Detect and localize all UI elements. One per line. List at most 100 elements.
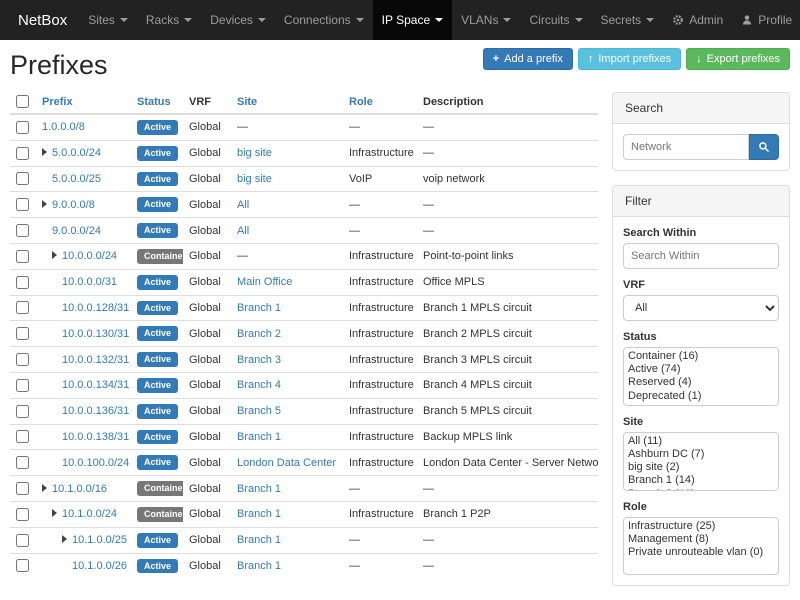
vrf-select[interactable]: All xyxy=(623,295,779,321)
prefix-link[interactable]: 10.0.0.136/31 xyxy=(62,405,129,417)
prefix-link[interactable]: 10.0.0.138/31 xyxy=(62,431,129,443)
site-link[interactable]: Branch 3 xyxy=(237,354,281,366)
add-a-prefix-button[interactable]: +Add a prefix xyxy=(483,48,573,70)
row-checkbox[interactable] xyxy=(16,508,29,521)
import-prefixes-button[interactable]: ↑Import prefixes xyxy=(578,48,681,70)
row-checkbox[interactable] xyxy=(16,147,29,160)
site-link[interactable]: Branch 1 xyxy=(237,302,281,314)
filter-option[interactable]: Active (74) xyxy=(626,363,776,376)
nav-item-profile[interactable]: Profile xyxy=(732,0,800,40)
nav-item-connections[interactable]: Connections xyxy=(275,0,373,40)
role-cell: — xyxy=(343,527,417,553)
nav-item-admin[interactable]: Admin xyxy=(663,0,732,40)
prefix-link[interactable]: 5.0.0.0/24 xyxy=(52,147,101,159)
status-cell: Active xyxy=(131,553,183,578)
search-button[interactable] xyxy=(749,134,779,160)
site-link[interactable]: Branch 1 xyxy=(237,560,281,572)
row-checkbox[interactable] xyxy=(16,276,29,289)
row-checkbox[interactable] xyxy=(16,224,29,237)
site-link[interactable]: London Data Center xyxy=(237,457,336,469)
nav-item-circuits[interactable]: Circuits xyxy=(520,0,591,40)
row-checkbox[interactable] xyxy=(16,121,29,134)
nav-item-vlans[interactable]: VLANs xyxy=(452,0,520,40)
description-cell: — xyxy=(417,140,598,166)
site-link[interactable]: big site xyxy=(237,173,272,185)
prefix-link[interactable]: 5.0.0.0/25 xyxy=(52,173,101,185)
filter-option[interactable]: Deprecated (1) xyxy=(626,390,776,403)
site-filter-select[interactable]: All (11)Ashburn DC (7)big site (2)Branch… xyxy=(623,432,779,491)
export-prefixes-button[interactable]: ↓Export prefixes xyxy=(686,48,790,70)
search-input[interactable] xyxy=(623,134,749,160)
site-link[interactable]: All xyxy=(237,199,249,211)
filter-option[interactable]: Branch 1 (14) xyxy=(626,474,776,487)
site-link[interactable]: Branch 2 xyxy=(237,328,281,340)
nav-item-secrets[interactable]: Secrets xyxy=(592,0,664,40)
column-header-label[interactable]: Status xyxy=(137,96,171,108)
nav-item-devices[interactable]: Devices xyxy=(201,0,275,40)
filter-option[interactable]: Management (8) xyxy=(626,533,776,546)
prefix-link[interactable]: 10.0.0.130/31 xyxy=(62,328,129,340)
vrf-cell: Global xyxy=(183,424,231,450)
row-checkbox[interactable] xyxy=(16,430,29,443)
prefix-link[interactable]: 10.1.0.0/26 xyxy=(72,560,127,572)
brand-link[interactable]: NetBox xyxy=(6,0,79,40)
site-link[interactable]: Branch 1 xyxy=(237,483,281,495)
row-checkbox[interactable] xyxy=(16,534,29,547)
prefix-link[interactable]: 9.0.0.0/8 xyxy=(52,199,95,211)
row-checkbox[interactable] xyxy=(16,353,29,366)
filter-option[interactable]: All (11) xyxy=(626,435,776,448)
nav-item-label: Admin xyxy=(689,13,723,27)
column-header-label[interactable]: Site xyxy=(237,96,257,108)
prefix-link[interactable]: 10.1.0.0/24 xyxy=(62,508,117,520)
prefix-link[interactable]: 10.0.0.0/24 xyxy=(62,250,117,262)
site-link[interactable]: Branch 1 xyxy=(237,431,281,443)
nav-item-sites[interactable]: Sites xyxy=(79,0,137,40)
row-checkbox[interactable] xyxy=(16,405,29,418)
prefix-link[interactable]: 10.0.0.0/31 xyxy=(62,276,117,288)
row-checkbox[interactable] xyxy=(16,327,29,340)
search-within-input[interactable] xyxy=(623,243,779,269)
row-checkbox[interactable] xyxy=(16,456,29,469)
prefix-link[interactable]: 10.0.0.128/31 xyxy=(62,302,129,314)
filter-option[interactable]: Container (16) xyxy=(626,350,776,363)
role-cell: — xyxy=(343,218,417,244)
row-checkbox[interactable] xyxy=(16,301,29,314)
prefix-link[interactable]: 10.0.0.132/31 xyxy=(62,354,129,366)
column-header-label[interactable]: Prefix xyxy=(42,96,73,108)
status-filter-select[interactable]: Container (16)Active (74)Reserved (4)Dep… xyxy=(623,347,779,406)
status-cell: Active xyxy=(131,295,183,321)
filter-option[interactable]: Ashburn DC (7) xyxy=(626,448,776,461)
row-checkbox[interactable] xyxy=(16,198,29,211)
nav-item-racks[interactable]: Racks xyxy=(137,0,201,40)
filter-option[interactable]: big site (2) xyxy=(626,461,776,474)
prefix-link[interactable]: 10.0.0.134/31 xyxy=(62,379,129,391)
role-filter-select[interactable]: Infrastructure (25)Management (8)Private… xyxy=(623,517,779,576)
row-checkbox[interactable] xyxy=(16,559,29,572)
column-header-label[interactable]: Role xyxy=(349,96,373,108)
prefix-link[interactable]: 10.1.0.0/16 xyxy=(52,483,107,495)
site-link[interactable]: big site xyxy=(237,147,272,159)
role-cell: Infrastructure xyxy=(343,398,417,424)
select-all-checkbox[interactable] xyxy=(16,95,29,108)
site-link[interactable]: Branch 1 xyxy=(237,508,281,520)
site-link[interactable]: Branch 1 xyxy=(237,534,281,546)
site-link[interactable]: Branch 4 xyxy=(237,379,281,391)
row-checkbox[interactable] xyxy=(16,482,29,495)
site-link[interactable]: All xyxy=(237,225,249,237)
filter-option[interactable]: Branch 2 (10) xyxy=(626,488,776,491)
status-badge: Container xyxy=(137,507,183,522)
prefix-link[interactable]: 10.1.0.0/25 xyxy=(72,534,127,546)
site-link[interactable]: Main Office xyxy=(237,276,292,288)
row-checkbox[interactable] xyxy=(16,250,29,263)
nav-item-ip-space[interactable]: IP Space xyxy=(373,0,452,40)
filter-option[interactable]: Infrastructure (25) xyxy=(626,520,776,533)
site-link[interactable]: Branch 5 xyxy=(237,405,281,417)
row-checkbox[interactable] xyxy=(16,379,29,392)
filter-option[interactable]: Private unrouteable vlan (0) xyxy=(626,546,776,559)
prefix-link[interactable]: 10.0.100.0/24 xyxy=(62,457,129,469)
row-checkbox[interactable] xyxy=(16,172,29,185)
prefix-link[interactable]: 9.0.0.0/24 xyxy=(52,225,101,237)
filter-option[interactable]: Reserved (4) xyxy=(626,376,776,389)
prefix-link[interactable]: 1.0.0.0/8 xyxy=(42,121,85,133)
vrf-cell: Global xyxy=(183,321,231,347)
